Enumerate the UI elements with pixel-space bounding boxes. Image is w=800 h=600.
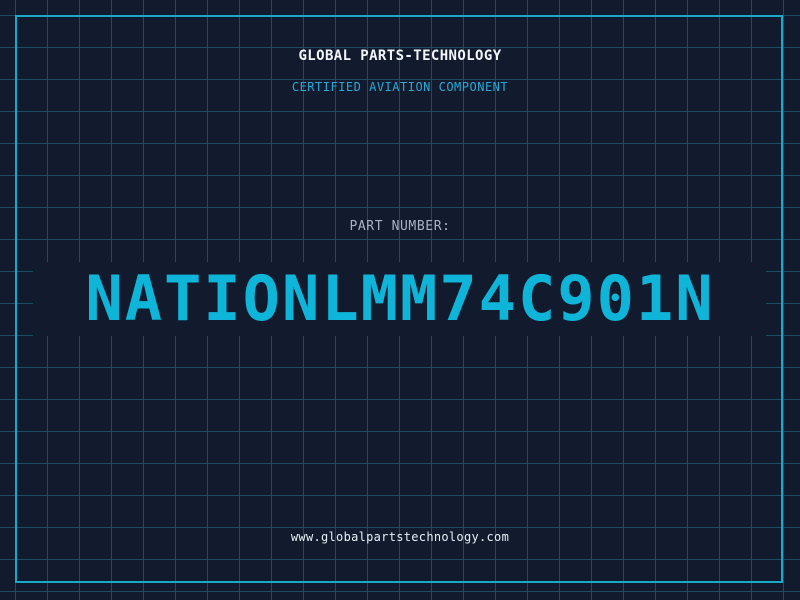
part-number-label: PART NUMBER: [349, 219, 451, 234]
company-name: GLOBAL PARTS-TECHNOLOGY [298, 48, 502, 64]
part-number-value: NATIONLMM74C901N [85, 262, 715, 335]
website-url: www.globalpartstechnology.com [290, 530, 510, 544]
certification-subtitle: CERTIFIED AVIATION COMPONENT [291, 80, 509, 94]
part-label-card: GLOBAL PARTS-TECHNOLOGY CERTIFIED AVIATI… [0, 0, 800, 600]
